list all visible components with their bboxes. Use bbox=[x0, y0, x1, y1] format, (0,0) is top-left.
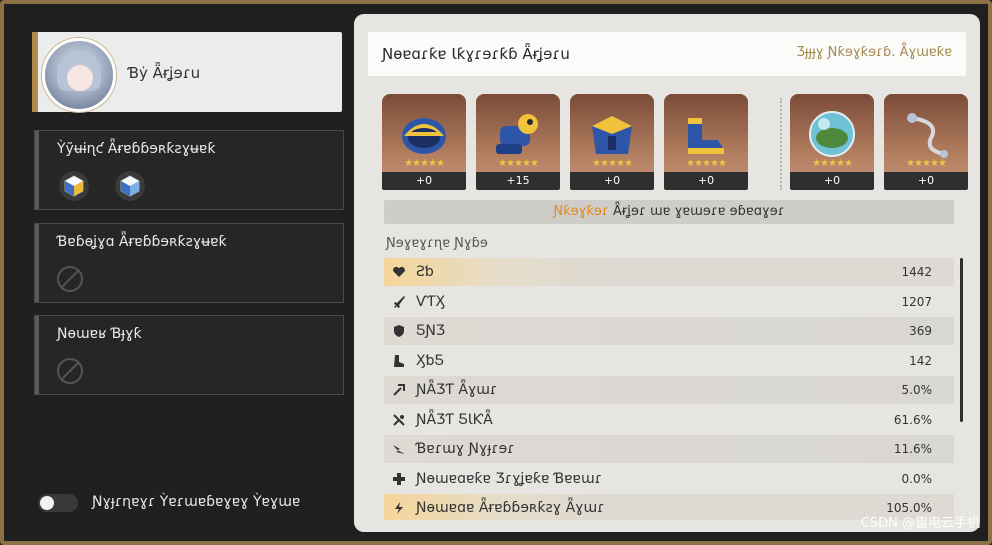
watermark: CSDN @雷电云手机 bbox=[860, 516, 980, 531]
rarity-stars: ★★★★★ bbox=[498, 158, 539, 169]
slot-panel-1[interactable]: Ỳỹʉɨɳƈ Ǟɍɐɓɓɘʀƙƨɣʉɐƙ bbox=[34, 130, 344, 210]
item-level: +0 bbox=[790, 172, 874, 190]
empty-slot-icon bbox=[57, 266, 83, 292]
item-level: +0 bbox=[664, 172, 748, 190]
stat-row: ӼƅƼ 142 bbox=[384, 347, 954, 375]
item-level: +0 bbox=[570, 172, 654, 190]
crit-rate-icon bbox=[393, 384, 405, 396]
details-header: Ɲɵɐɑɾƙɐ Ɩƙɣɾɘɾƙɓ Ǟɍʝɘɾu Ʒɟɟɟɣ Ɲƙɘɣƙɘɾɓ. … bbox=[368, 32, 966, 76]
stat-value: 1207 bbox=[901, 295, 932, 309]
notice-banner: Ɲƙɘɣƙɘɾ Ǟɍʝɘɾ ɯɐ ɣɐɯɘɾɐ ɘɓɐɑɣɘɾ bbox=[384, 200, 954, 224]
character-name: Ɓẏ Ǟɍʝɘɾu bbox=[128, 64, 201, 82]
profile-accent-bar bbox=[32, 32, 38, 112]
crit-damage-icon bbox=[393, 414, 405, 426]
helmet-icon bbox=[402, 118, 446, 154]
stat-name: Ɲɵɯɐɑɐƙɐ Ʒɾɣʝɐƙɐ Ɓɐɐɯɾ bbox=[416, 471, 603, 487]
stats-list[interactable]: Ƨƅ 1442 ѴƬӼ 1207 ƼƝƷ 369 ӼƅƼ 142 ƝǞƷƬ Ǟɣ… bbox=[384, 258, 954, 520]
equipment-slot-3[interactable]: ★★★★★ +0 bbox=[570, 94, 654, 190]
stat-name: ƼƝƷ bbox=[416, 323, 446, 339]
stat-name: Ƨƅ bbox=[416, 264, 434, 280]
notice-text: Ǟɍʝɘɾ ɯɐ ɣɐɯɘɾɐ ɘɓɐɑɣɘɾ bbox=[608, 204, 785, 219]
gauntlet-icon bbox=[496, 114, 538, 154]
stat-name: ѴƬӼ bbox=[416, 294, 446, 310]
empty-slot-icon bbox=[57, 358, 83, 384]
stat-row: Ƨƅ 1442 bbox=[384, 258, 954, 286]
slot-panel-2[interactable]: Ɓɐɓɵʝɣɑ Ǟɍɐɓɓɘʀƙƨɣʉɐƙ bbox=[34, 223, 344, 303]
stats-scrollbar[interactable] bbox=[960, 258, 963, 422]
equipment-row: ★★★★★ +0 ★★★★★ +15 ★★★★★ +0 ★★★★★ +0 ★★★… bbox=[382, 94, 968, 190]
rarity-stars: ★★★★★ bbox=[592, 158, 633, 169]
stat-row: ѴƬӼ 1207 bbox=[384, 288, 954, 316]
toggle-switch[interactable] bbox=[38, 494, 78, 512]
avatar-face bbox=[67, 65, 93, 91]
heart-icon bbox=[393, 266, 405, 277]
notice-highlight: Ɲƙɘɣƙɘɾ bbox=[553, 204, 609, 219]
stat-name: ƝǞƷƬ ƼƖƘǞ bbox=[416, 412, 493, 428]
slot-bar bbox=[35, 131, 39, 209]
cube-icon[interactable] bbox=[59, 171, 89, 201]
stat-name: ƝǞƷƬ Ǟɣɯɾ bbox=[416, 382, 498, 398]
equipment-slot-5[interactable]: ★★★★★ +0 bbox=[790, 94, 874, 190]
equipment-slot-2[interactable]: ★★★★★ +15 bbox=[476, 94, 560, 190]
stat-value: 61.6% bbox=[893, 413, 932, 427]
rarity-stars: ★★★★★ bbox=[812, 158, 853, 169]
stat-row: Ɓɐɾɯɣ Ɲɣɟɾɘɾ 11.6% bbox=[384, 435, 954, 463]
left-panel: Ɓẏ Ǟɍʝɘɾu Ỳỹʉɨɳƈ Ǟɍɐɓɓɘʀƙƨɣʉɐƙ Ɓɐɓɵʝɣɑ Ǟ… bbox=[4, 4, 352, 541]
break-icon bbox=[393, 445, 405, 454]
character-avatar bbox=[42, 38, 116, 112]
stat-name: Ɓɐɾɯɣ Ɲɣɟɾɘɾ bbox=[416, 441, 515, 457]
cube-icon[interactable] bbox=[115, 171, 145, 201]
toggle-label: Ɲɣɟɾɳɐɣɾ Ỳɐɾɯɐɓɐɣɐɣ Ỳɐɣɯɐ bbox=[92, 494, 301, 510]
character-profile-card[interactable]: Ɓẏ Ǟɍʝɘɾu bbox=[32, 32, 342, 112]
slot-title: Ɓɐɓɵʝɣɑ Ǟɍɐɓɓɘʀƙƨɣʉɐƙ bbox=[57, 234, 227, 250]
boot-icon bbox=[394, 355, 404, 367]
stat-value: 369 bbox=[909, 324, 932, 338]
item-level: +15 bbox=[476, 172, 560, 190]
equipment-slot-1[interactable]: ★★★★★ +0 bbox=[382, 94, 466, 190]
rarity-stars: ★★★★★ bbox=[686, 158, 727, 169]
stat-value: 5.0% bbox=[901, 383, 933, 397]
item-level: +0 bbox=[884, 172, 968, 190]
game-frame: Ɓẏ Ǟɍʝɘɾu Ỳỹʉɨɳƈ Ǟɍɐɓɓɘʀƙƨɣʉɐƙ Ɓɐɓɵʝɣɑ Ǟ… bbox=[0, 0, 992, 545]
slot-title: Ɲɵɯɐʁ Ɓɟɣƙ bbox=[57, 326, 142, 342]
rarity-stars: ★★★★★ bbox=[906, 158, 947, 169]
slot-panel-3[interactable]: Ɲɵɯɐʁ Ɓɟɣƙ bbox=[34, 315, 344, 395]
stat-name: ӼƅƼ bbox=[416, 353, 444, 369]
slot-bar bbox=[35, 316, 39, 394]
shield-icon bbox=[394, 325, 404, 337]
rope-icon bbox=[907, 113, 948, 158]
sword-icon bbox=[394, 296, 405, 308]
stat-value: 0.0% bbox=[901, 472, 933, 486]
stats-title: Ɲɘɣɐɣɾɳɐ Ɲɣɓɘ bbox=[386, 236, 488, 251]
stat-value: 1442 bbox=[901, 265, 932, 279]
stat-name: Ɲɵɯɐɑɐ Ǟɍɐɓɓɘʀƙƨɣ Ǟɣɯɾ bbox=[416, 500, 605, 516]
rarity-stars: ★★★★★ bbox=[404, 158, 445, 169]
details-subtitle[interactable]: Ʒɟɟɟɣ Ɲƙɘɣƙɘɾɓ. Ǟɣɯɐƙɐ bbox=[796, 45, 952, 60]
plus-icon bbox=[393, 473, 405, 485]
stat-row: ƝǞƷƬ ƼƖƘǞ 61.6% bbox=[384, 406, 954, 434]
stat-row: ƝǞƷƬ Ǟɣɯɾ 5.0% bbox=[384, 376, 954, 404]
stat-row: ƼƝƷ 369 bbox=[384, 317, 954, 345]
equipment-slot-6[interactable]: ★★★★★ +0 bbox=[884, 94, 968, 190]
details-title: Ɲɵɐɑɾƙɐ Ɩƙɣɾɘɾƙɓ Ǟɍʝɘɾu bbox=[382, 45, 570, 63]
item-level: +0 bbox=[382, 172, 466, 190]
stat-row: Ɲɵɯɐɑɐƙɐ Ʒɾɣʝɐƙɐ Ɓɐɐɯɾ 0.0% bbox=[384, 465, 954, 493]
stat-value: 11.6% bbox=[893, 442, 932, 456]
slot-title: Ỳỹʉɨɳƈ Ǟɍɐɓɓɘʀƙƨɣʉɐƙ bbox=[57, 141, 216, 157]
toggle-knob bbox=[40, 496, 54, 510]
slot-bar bbox=[35, 224, 39, 302]
equipment-slot-4[interactable]: ★★★★★ +0 bbox=[664, 94, 748, 190]
details-panel: Ɲɵɐɑɾƙɐ Ɩƙɣɾɘɾƙɓ Ǟɍʝɘɾu Ʒɟɟɟɣ Ɲƙɘɣƙɘɾɓ. … bbox=[354, 14, 980, 532]
equipment-divider bbox=[780, 98, 782, 190]
armor-icon bbox=[592, 116, 632, 154]
boots-icon bbox=[688, 118, 724, 154]
stat-value: 142 bbox=[909, 354, 932, 368]
orb-icon bbox=[809, 111, 855, 157]
energy-icon bbox=[395, 502, 403, 514]
